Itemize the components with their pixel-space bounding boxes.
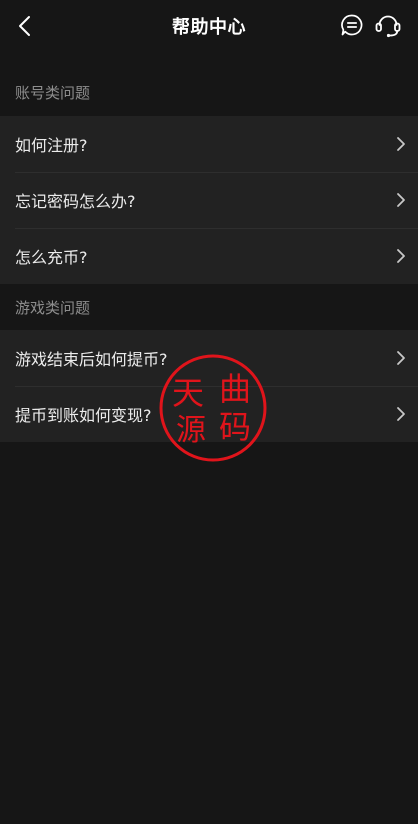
faq-item-label: 如何注册?	[15, 136, 88, 155]
app-header: 帮助中心	[0, 0, 418, 52]
faq-list-account: 如何注册? 忘记密码怎么办? 怎么充币?	[0, 116, 418, 284]
customer-service-button[interactable]	[372, 10, 404, 40]
faq-list-game: 游戏结束后如何提币? 提币到账如何变现?	[0, 330, 418, 442]
headset-icon	[375, 15, 401, 38]
section-title-account: 账号类问题	[15, 84, 91, 102]
faq-item[interactable]: 怎么充币?	[0, 228, 418, 284]
faq-item[interactable]: 游戏结束后如何提币?	[0, 330, 418, 386]
faq-item-label: 忘记密码怎么办?	[15, 192, 136, 211]
faq-item-label: 提币到账如何变现?	[15, 406, 152, 425]
chevron-right-icon	[397, 351, 405, 365]
chevron-right-icon	[397, 137, 405, 151]
message-button[interactable]	[338, 11, 366, 39]
faq-item[interactable]: 如何注册?	[0, 116, 418, 172]
faq-item-label: 游戏结束后如何提币?	[15, 350, 168, 369]
chat-bubble-icon	[341, 14, 363, 36]
chevron-right-icon	[397, 193, 405, 207]
faq-item-label: 怎么充币?	[15, 248, 88, 267]
chevron-right-icon	[397, 249, 405, 263]
chevron-right-icon	[397, 407, 405, 421]
faq-item[interactable]: 忘记密码怎么办?	[0, 172, 418, 228]
faq-item[interactable]: 提币到账如何变现?	[0, 386, 418, 442]
section-title-game: 游戏类问题	[15, 299, 91, 317]
